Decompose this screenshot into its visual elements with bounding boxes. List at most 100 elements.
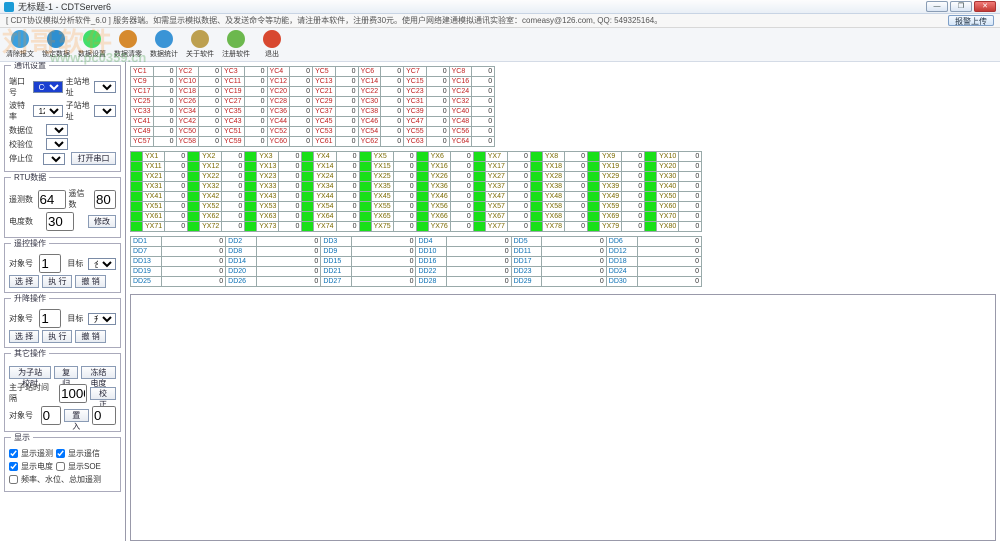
dd-value[interactable]: 0 <box>542 237 606 247</box>
yx-state[interactable] <box>359 222 371 232</box>
yx-state[interactable] <box>588 212 600 222</box>
yx-key[interactable]: YX75 <box>371 222 393 232</box>
yc-value[interactable]: 0 <box>153 77 176 87</box>
yx-state[interactable] <box>473 162 485 172</box>
show-yx-check[interactable] <box>56 449 65 458</box>
yc-key[interactable]: YC62 <box>358 137 381 147</box>
yc-value[interactable]: 0 <box>153 137 176 147</box>
yx-value[interactable]: 0 <box>507 192 530 202</box>
dd-key[interactable]: DD12 <box>606 247 637 257</box>
toolbar-item-3[interactable]: 数据清零 <box>114 30 142 59</box>
yx-state[interactable] <box>645 162 657 172</box>
window-maximize-button[interactable]: ❐ <box>950 1 972 12</box>
dd-key[interactable]: DD17 <box>511 257 542 267</box>
yc-value[interactable]: 0 <box>381 97 404 107</box>
yx-key[interactable]: YX64 <box>314 212 336 222</box>
yc-value[interactable]: 0 <box>290 87 313 97</box>
interval-input[interactable] <box>59 384 87 403</box>
yc-value[interactable]: 0 <box>290 97 313 107</box>
yx-state[interactable] <box>473 202 485 212</box>
yx-value[interactable]: 0 <box>393 182 416 192</box>
yc-value[interactable]: 0 <box>153 87 176 97</box>
dd-key[interactable]: DD26 <box>226 277 257 287</box>
yc-value[interactable]: 0 <box>472 107 495 117</box>
yx-state[interactable] <box>588 162 600 172</box>
yc-key[interactable]: YC8 <box>449 67 472 77</box>
yc-value[interactable]: 0 <box>472 87 495 97</box>
yt-obj-input[interactable] <box>39 309 61 328</box>
yx-value[interactable]: 0 <box>165 212 188 222</box>
yc-value[interactable]: 0 <box>472 117 495 127</box>
yx-key[interactable]: YX10 <box>657 152 679 162</box>
yc-value[interactable]: 0 <box>335 67 358 77</box>
correct-button[interactable]: 校正 <box>90 387 116 400</box>
yc-key[interactable]: YC46 <box>358 117 381 127</box>
yx-key[interactable]: YX61 <box>143 212 165 222</box>
yx-value[interactable]: 0 <box>393 212 416 222</box>
yx-key[interactable]: YX21 <box>143 172 165 182</box>
dd-key[interactable]: DD5 <box>511 237 542 247</box>
yx-state[interactable] <box>645 202 657 212</box>
yx-value[interactable]: 0 <box>165 192 188 202</box>
yx-value[interactable]: 0 <box>165 182 188 192</box>
yc-value[interactable]: 0 <box>426 77 449 87</box>
dd-key[interactable]: DD28 <box>416 277 447 287</box>
yx-state[interactable] <box>245 172 257 182</box>
yx-value[interactable]: 0 <box>222 162 245 172</box>
yc-key[interactable]: YC31 <box>404 97 427 107</box>
yk-cancel-button[interactable]: 撤 销 <box>75 275 105 288</box>
yx-key[interactable]: YX6 <box>428 152 450 162</box>
yx-value[interactable]: 0 <box>622 162 645 172</box>
yc-value[interactable]: 0 <box>335 77 358 87</box>
dd-value[interactable]: 0 <box>637 257 701 267</box>
yc-key[interactable]: YC41 <box>131 117 154 127</box>
dd-value[interactable]: 0 <box>542 267 606 277</box>
yx-value[interactable]: 0 <box>222 182 245 192</box>
yc-key[interactable]: YC52 <box>267 127 290 137</box>
yx-key[interactable]: YX36 <box>428 182 450 192</box>
yx-key[interactable]: YX76 <box>428 222 450 232</box>
yx-state[interactable] <box>245 152 257 162</box>
yx-value[interactable]: 0 <box>393 172 416 182</box>
yx-value[interactable]: 0 <box>279 152 302 162</box>
yx-key[interactable]: YX22 <box>200 172 222 182</box>
yx-value[interactable]: 0 <box>565 222 588 232</box>
dd-value[interactable]: 0 <box>447 257 511 267</box>
dd-value[interactable]: 0 <box>447 237 511 247</box>
yx-value[interactable]: 0 <box>450 172 473 182</box>
yx-key[interactable]: YX65 <box>371 212 393 222</box>
dd-value[interactable]: 0 <box>161 267 225 277</box>
yx-state[interactable] <box>131 202 143 212</box>
yx-value[interactable]: 0 <box>336 162 359 172</box>
yc-value[interactable]: 0 <box>472 97 495 107</box>
yc-value[interactable]: 0 <box>472 67 495 77</box>
yx-value[interactable]: 0 <box>679 222 702 232</box>
yc-value[interactable]: 0 <box>335 107 358 117</box>
dd-key[interactable]: DD21 <box>321 267 352 277</box>
yc-value[interactable]: 0 <box>244 67 267 77</box>
yt-cancel-button[interactable]: 撤 销 <box>75 330 105 343</box>
yc-key[interactable]: YC48 <box>449 117 472 127</box>
yc-key[interactable]: YC23 <box>404 87 427 97</box>
yc-key[interactable]: YC51 <box>222 127 245 137</box>
yx-state[interactable] <box>416 172 428 182</box>
yc-key[interactable]: YC38 <box>358 107 381 117</box>
modify-button[interactable]: 修改 <box>88 215 116 228</box>
yx-state[interactable] <box>588 182 600 192</box>
yx-value[interactable]: 0 <box>336 222 359 232</box>
yc-value[interactable]: 0 <box>426 137 449 147</box>
yx-state[interactable] <box>416 162 428 172</box>
dd-key[interactable]: DD16 <box>416 257 447 267</box>
yx-key[interactable]: YX54 <box>314 202 336 212</box>
yx-key[interactable]: YX48 <box>542 192 564 202</box>
yc-key[interactable]: YC53 <box>313 127 336 137</box>
yx-state[interactable] <box>188 172 200 182</box>
dd-value[interactable]: 0 <box>256 237 320 247</box>
yc-key[interactable]: YC3 <box>222 67 245 77</box>
dd-key[interactable]: DD9 <box>321 247 352 257</box>
yx-key[interactable]: YX5 <box>371 152 393 162</box>
yt-select-button[interactable]: 选 择 <box>9 330 39 343</box>
yc-key[interactable]: YC6 <box>358 67 381 77</box>
yx-state[interactable] <box>302 202 314 212</box>
yx-state[interactable] <box>188 192 200 202</box>
